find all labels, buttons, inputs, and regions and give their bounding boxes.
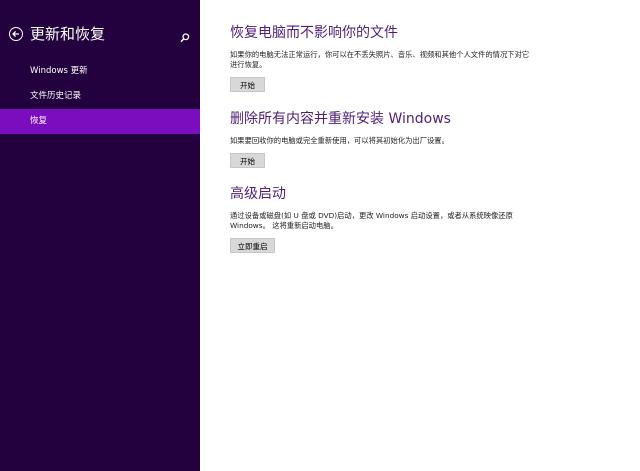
sidebar-item-file-history[interactable]: 文件历史记录 [0,84,200,109]
section-description: 如果你的电脑无法正常运行，你可以在不丢失照片、音乐、视频和其他个人文件的情况下对… [230,50,530,69]
search-button[interactable] [179,29,191,43]
page-title: 更新和恢复 [30,25,106,43]
advanced-startup-section: 高级启动 通过设备或磁盘(如 U 盘或 DVD)启动，更改 Windows 启动… [230,185,630,253]
section-description: 如果要回收你的电脑或完全重新使用，可以将其初始化为出厂设置。 [230,136,449,145]
reset-section: 删除所有内容并重新安装 Windows 如果要回收你的电脑或完全重新使用，可以将… [230,110,630,168]
main-content: 恢复电脑而不影响你的文件 如果你的电脑无法正常运行，你可以在不丢失照片、音乐、视… [200,0,640,471]
back-button[interactable] [9,27,23,41]
sidebar-item-label: 恢复 [30,116,48,126]
search-icon [180,33,190,43]
sidebar-header: 更新和恢复 [0,24,200,48]
refresh-section: 恢复电脑而不影响你的文件 如果你的电脑无法正常运行，你可以在不丢失照片、音乐、视… [230,24,630,92]
section-title: 删除所有内容并重新安装 Windows [230,111,451,127]
section-description: 通过设备或磁盘(如 U 盘或 DVD)启动，更改 Windows 启动设置，或者… [230,211,513,230]
back-arrow-icon [12,30,19,38]
sidebar-item-windows-update[interactable]: Windows 更新 [0,59,200,84]
section-title: 高级启动 [230,186,286,202]
sidebar-item-label: Windows 更新 [30,66,88,76]
refresh-start-button[interactable]: 开始 [230,77,265,92]
sidebar-nav: Windows 更新 文件历史记录 恢复 [0,59,200,134]
restart-now-button[interactable]: 立即重启 [230,238,275,253]
reset-start-button[interactable]: 开始 [230,153,265,168]
sidebar-item-label: 文件历史记录 [30,91,82,101]
sidebar: 更新和恢复 Windows 更新 文件历史记录 恢复 [0,0,200,471]
sidebar-item-recovery[interactable]: 恢复 [0,109,200,134]
section-title: 恢复电脑而不影响你的文件 [230,25,398,41]
